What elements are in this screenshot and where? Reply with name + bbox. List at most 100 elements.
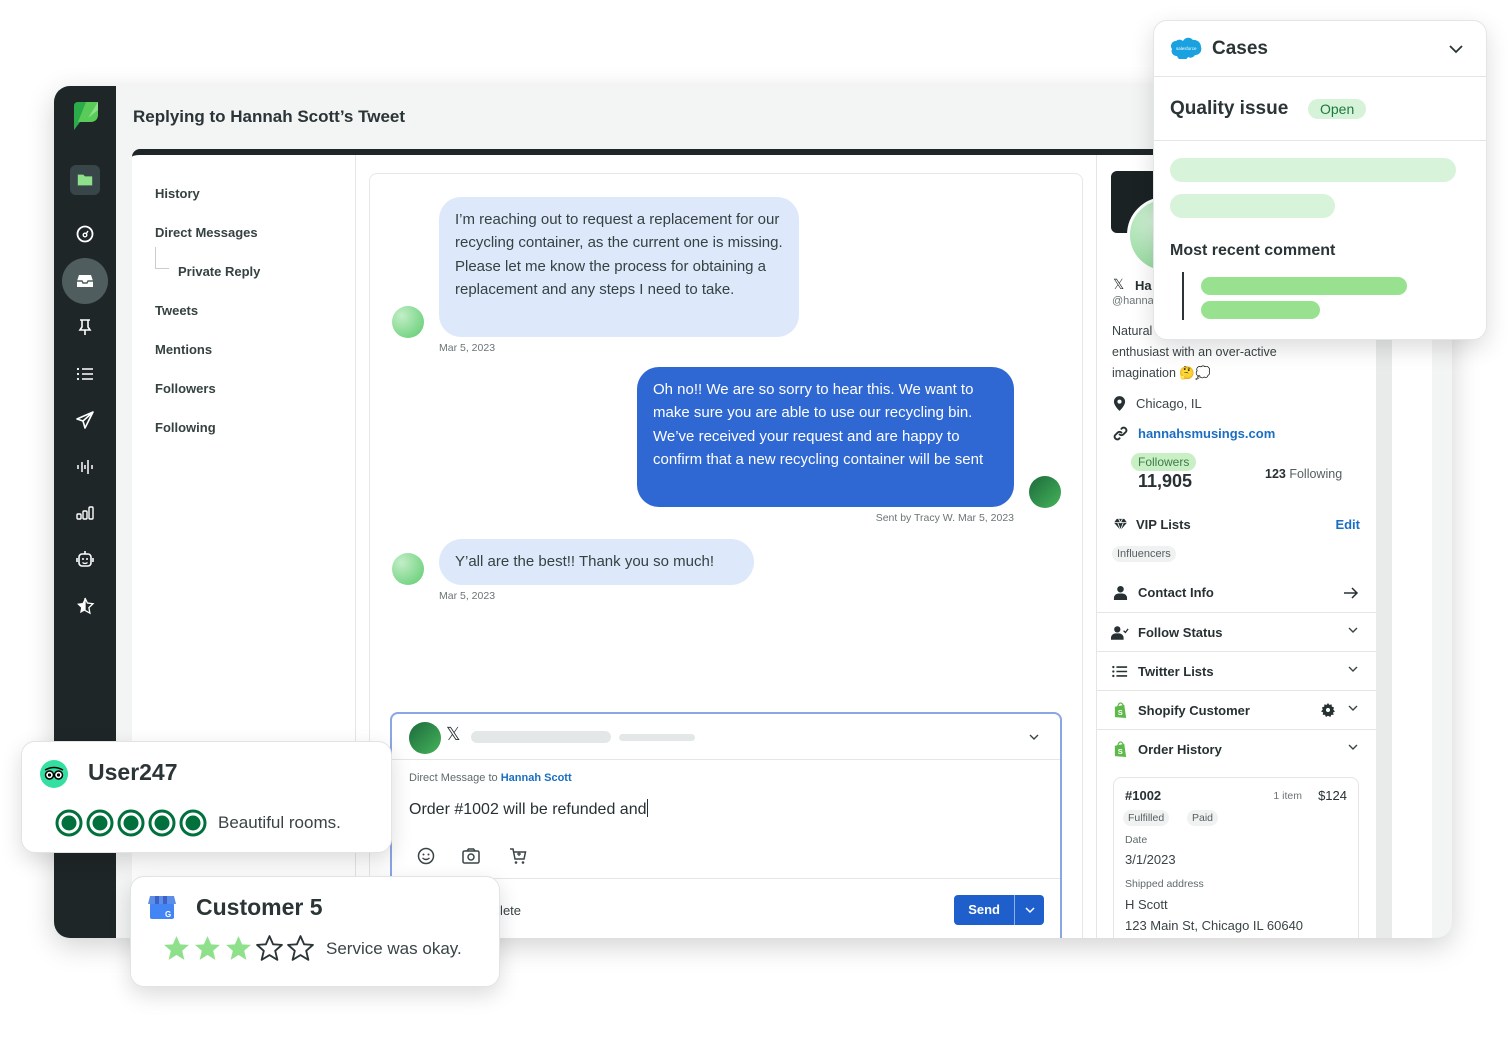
agent-avatar <box>409 722 441 754</box>
comment-quote-bar <box>1182 272 1184 320</box>
reviewer-name: User247 <box>88 759 178 785</box>
case-item[interactable]: Quality issue Open <box>1154 77 1486 141</box>
case-status-badge: Open <box>1308 99 1367 119</box>
order-address-label: Shipped address <box>1125 878 1204 890</box>
rating-bubble-filled <box>117 809 145 837</box>
most-recent-comment-label: Most recent comment <box>1170 242 1336 259</box>
rail-inbox[interactable] <box>62 258 108 304</box>
emoji-icon[interactable] <box>416 846 436 866</box>
subnav-item-tweets[interactable]: Tweets <box>155 303 198 318</box>
tree-connector <box>155 247 169 269</box>
person-check-icon <box>1111 625 1129 640</box>
message-incoming: I’m reaching out to request a replacemen… <box>439 197 799 337</box>
review-text: Service was okay. <box>326 939 462 958</box>
list-icon <box>1112 665 1128 677</box>
send-button[interactable]: Send <box>954 895 1014 925</box>
rail-lists[interactable] <box>62 351 108 397</box>
review-text: Beautiful rooms. <box>218 813 341 832</box>
rail-reviews[interactable] <box>62 583 108 629</box>
order-item-count: 1 item <box>1273 790 1302 802</box>
star-empty-icon <box>287 935 314 961</box>
send-button-group: Send <box>954 895 1044 925</box>
followers-count: 11,905 <box>1138 471 1193 491</box>
order-address-name: H Scott <box>1125 897 1168 912</box>
order-date: 3/1/2023 <box>1125 852 1176 867</box>
conversation-thread: I’m reaching out to request a replacemen… <box>369 173 1083 938</box>
star-filled-icon <box>164 936 189 960</box>
profile-handle-placeholder <box>619 734 695 741</box>
star-filled-icon <box>226 936 251 960</box>
folder-icon <box>77 174 93 186</box>
chevron-down-icon <box>1348 666 1358 672</box>
message-timestamp: Mar 5, 2023 <box>439 342 496 354</box>
shopify-icon: S <box>1114 701 1126 718</box>
agent-avatar <box>1029 476 1061 508</box>
message-outgoing: Oh no!! We are so sorry to hear this. We… <box>637 367 1014 507</box>
case-title: Quality issue <box>1170 98 1289 119</box>
section-follow-status[interactable]: Follow Status <box>1097 612 1377 651</box>
chevron-down-icon[interactable] <box>1448 43 1464 55</box>
map-pin-icon <box>1113 396 1126 411</box>
bot-icon <box>76 551 94 567</box>
rail-listening[interactable] <box>62 444 108 490</box>
rating-bubble-filled <box>148 809 176 837</box>
cases-title: Cases <box>1212 38 1268 59</box>
star-empty-icon <box>256 935 283 961</box>
camera-icon[interactable] <box>461 846 481 866</box>
svg-text:S: S <box>1117 708 1122 717</box>
salesforce-cases-card: salesforce Cases Quality issue Open Most… <box>1153 20 1487 340</box>
send-icon <box>76 411 94 429</box>
subnav-item-following[interactable]: Following <box>155 420 216 435</box>
subnav-item-followers[interactable]: Followers <box>155 381 216 396</box>
order-card[interactable]: #1002 1 item $124 Fulfilled Paid Date 3/… <box>1113 777 1359 938</box>
case-detail-placeholder <box>1170 194 1335 218</box>
profile-name-placeholder <box>471 731 611 743</box>
reviewer-name: Customer 5 <box>196 894 323 920</box>
message-input[interactable]: Order #1002 will be refunded and <box>409 799 648 819</box>
person-icon <box>1113 585 1127 600</box>
profile-name: Ha <box>1135 278 1152 293</box>
star-icon <box>77 597 95 615</box>
gauge-icon <box>76 225 94 243</box>
website-link[interactable]: hannahsmusings.com <box>1138 426 1275 441</box>
profile-location: Chicago, IL <box>1113 395 1202 412</box>
cart-icon[interactable] <box>508 846 528 866</box>
profile-handle: @hanna <box>1112 295 1154 307</box>
rail-tasks[interactable] <box>62 304 108 350</box>
rail-folder[interactable] <box>70 165 100 195</box>
list-icon <box>76 367 93 381</box>
section-order-history[interactable]: S Order History <box>1097 729 1377 768</box>
text-caret <box>646 799 648 817</box>
composer-profile-selector[interactable]: 𝕏 <box>392 714 1060 760</box>
section-shopify-customer[interactable]: S Shopify Customer <box>1097 690 1377 729</box>
chevron-down-icon <box>1348 744 1358 750</box>
subnav-item-private-reply[interactable]: Private Reply <box>178 264 260 279</box>
rail-bots[interactable] <box>62 537 108 583</box>
recipient-link[interactable]: Hannah Scott <box>501 772 572 784</box>
subnav-item-mentions[interactable]: Mentions <box>155 342 212 357</box>
gear-icon[interactable] <box>1321 703 1335 717</box>
vip-edit-link[interactable]: Edit <box>1335 517 1360 532</box>
message-sent-by: Sent by Tracy W. Mar 5, 2023 <box>875 512 1014 524</box>
reports-icon <box>76 506 94 520</box>
subnav-item-direct-messages[interactable]: Direct Messages <box>155 225 258 240</box>
case-detail-placeholder <box>1170 158 1456 182</box>
arrow-right-icon <box>1344 587 1359 599</box>
svg-text:S: S <box>1117 747 1122 756</box>
order-date-label: Date <box>1125 834 1148 846</box>
pin-icon <box>78 319 92 335</box>
chevron-down-icon[interactable] <box>1028 732 1040 742</box>
section-twitter-lists[interactable]: Twitter Lists <box>1097 651 1377 690</box>
review-card-google: G Customer 5 Service was okay. <box>130 876 500 987</box>
rail-publish[interactable] <box>62 397 108 443</box>
cases-header[interactable]: salesforce Cases <box>1154 21 1486 77</box>
section-contact-info[interactable]: Contact Info <box>1097 573 1377 612</box>
link-icon <box>1113 426 1128 441</box>
send-options-button[interactable] <box>1014 895 1044 925</box>
review-card-tripadvisor: User247 Beautiful rooms. <box>21 741 392 853</box>
subnav-item-history[interactable]: History <box>155 186 200 201</box>
diamond-icon <box>1114 518 1127 531</box>
rating-bubble-filled <box>55 809 83 837</box>
rail-dashboard[interactable] <box>62 211 108 257</box>
rail-reports[interactable] <box>62 490 108 536</box>
